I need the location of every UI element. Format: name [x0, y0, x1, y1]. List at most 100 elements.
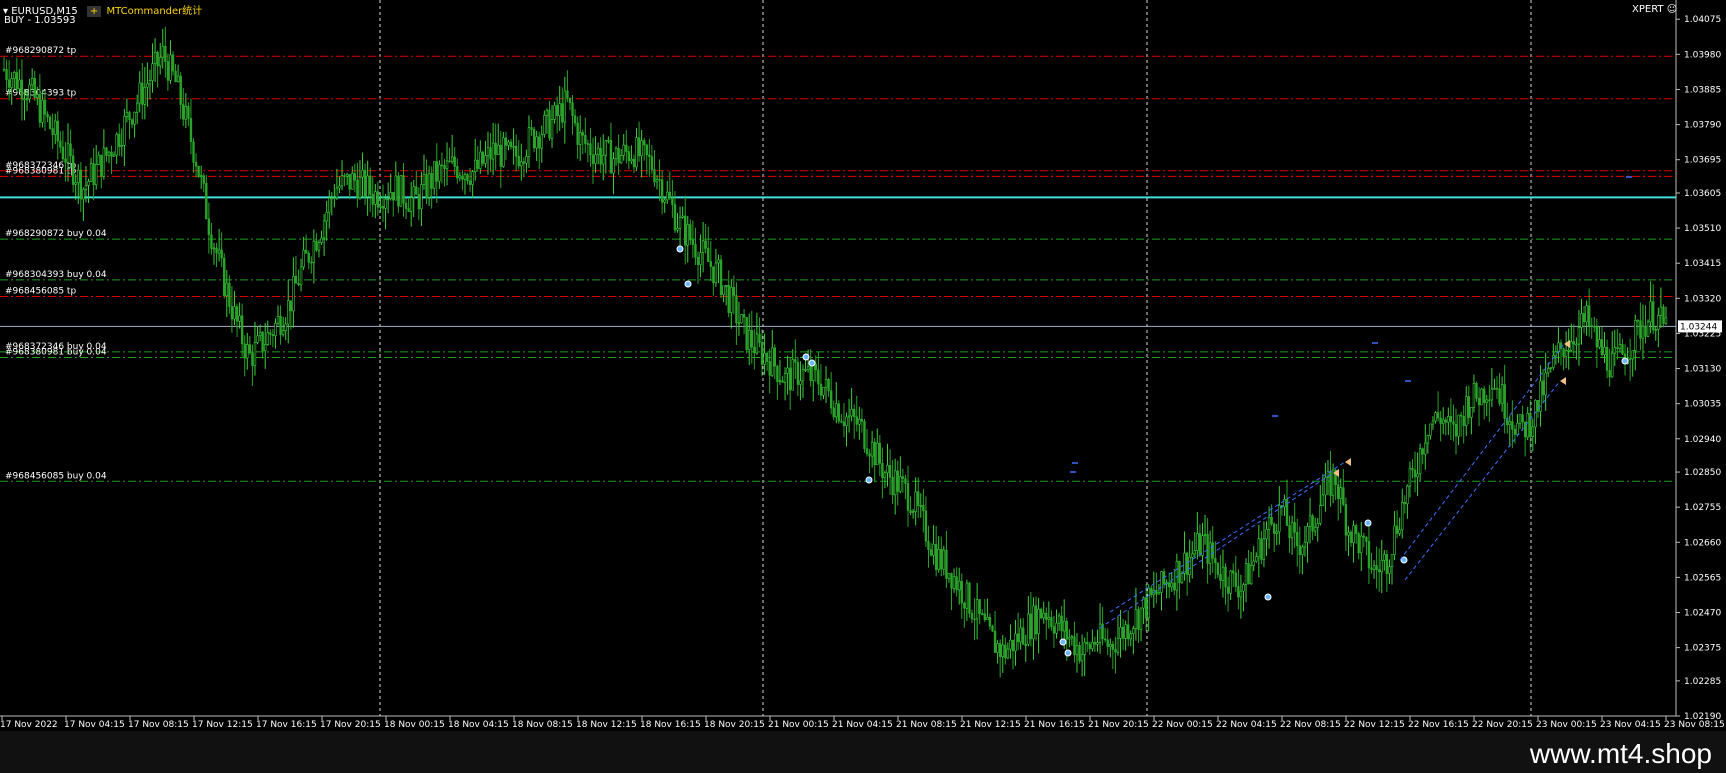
price-tick-label: 1.02755 — [1684, 503, 1721, 513]
candle-body — [758, 333, 761, 343]
candle-body — [238, 315, 241, 322]
candle-body — [1301, 546, 1304, 555]
candle-body — [584, 134, 587, 144]
candle-body — [1114, 649, 1117, 653]
candle-body — [1454, 424, 1458, 437]
candle-body — [1631, 350, 1634, 360]
candle-body — [671, 197, 674, 205]
candle-body — [1339, 487, 1342, 499]
candle-body — [860, 418, 864, 422]
candle-body — [143, 86, 147, 105]
price-tick-label: 1.02285 — [1684, 677, 1721, 687]
candle-body — [184, 106, 188, 120]
candle-body — [783, 373, 787, 383]
candle-body — [479, 151, 482, 169]
candle-body — [1482, 388, 1486, 404]
candle-body — [709, 261, 712, 267]
candle-body — [412, 186, 415, 198]
time-tick-label: 23 Nov 04:15 — [1600, 720, 1661, 730]
candle-body — [586, 143, 590, 145]
candle-body — [945, 549, 948, 579]
candle-body — [1442, 419, 1445, 424]
candle-body — [1144, 597, 1148, 619]
candle-body — [812, 363, 815, 381]
candle-body — [299, 266, 303, 286]
candle-body — [466, 174, 469, 182]
candle-body — [1408, 467, 1412, 487]
candle-body — [1157, 592, 1161, 595]
candle-body — [873, 441, 876, 466]
candle-body — [120, 145, 123, 147]
candle-body — [681, 215, 684, 218]
candle-body — [1595, 326, 1599, 348]
candle-body — [161, 45, 164, 58]
candle-body — [1311, 515, 1314, 532]
candle-body — [714, 262, 718, 284]
candle-body — [1106, 639, 1109, 647]
price-tick-label: 1.03035 — [1684, 400, 1721, 410]
candle-body — [1585, 305, 1588, 323]
candle-body — [433, 161, 436, 189]
candle-body — [125, 112, 129, 117]
candle-body — [553, 105, 556, 120]
candle-body — [507, 141, 510, 146]
candle-body — [781, 380, 784, 383]
candle-body — [794, 359, 797, 363]
candle-body — [637, 137, 641, 157]
candle-body — [1091, 641, 1094, 649]
candle-body — [453, 156, 456, 167]
candle-body — [635, 137, 638, 168]
candle-body — [328, 197, 331, 213]
candle-body — [1511, 421, 1514, 430]
candle-body — [30, 77, 34, 86]
candle-body — [840, 420, 843, 423]
entry-marker — [1059, 638, 1067, 646]
candle-body — [622, 144, 625, 156]
candle-body — [1211, 542, 1214, 559]
candle-body — [653, 169, 656, 183]
candle-body — [1490, 388, 1494, 401]
candle-body — [1272, 523, 1276, 534]
candle-body — [1032, 605, 1035, 640]
candle-body — [1651, 301, 1655, 331]
candle-body — [1293, 522, 1296, 533]
candle-body — [1418, 448, 1422, 475]
candle-body — [215, 247, 218, 254]
candle-body — [1526, 412, 1529, 438]
candle-body — [578, 132, 582, 145]
candle-body — [1137, 609, 1140, 630]
candle-body — [320, 237, 323, 243]
candle-body — [1288, 525, 1291, 539]
candle-body — [225, 282, 228, 296]
candle-body — [998, 643, 1002, 658]
candle-body — [1349, 531, 1353, 543]
candle-body — [1634, 320, 1637, 351]
price-chart[interactable]: #968290872 tp#968304393 tp#968372346 tp#… — [0, 0, 1726, 773]
candle-body — [832, 407, 835, 418]
candle-body — [819, 383, 823, 396]
candle-body — [1260, 538, 1263, 560]
candle-body — [952, 576, 956, 589]
candle-body — [763, 352, 766, 365]
candle-body — [1208, 542, 1212, 564]
candle-body — [1385, 554, 1389, 574]
candle-body — [735, 295, 738, 324]
candle-body — [371, 193, 374, 205]
candle-body — [115, 133, 118, 156]
candle-body — [66, 143, 70, 163]
candle-body — [868, 453, 871, 457]
candle-body — [1103, 638, 1107, 641]
time-tick-label: 17 Nov 2022 — [0, 720, 58, 730]
candle-body — [289, 300, 293, 312]
candle-body — [1006, 648, 1010, 659]
candle-body — [632, 158, 636, 168]
price-tick-label: 1.03980 — [1684, 50, 1721, 60]
candle-body — [1567, 349, 1570, 352]
candle-body — [1467, 396, 1471, 418]
plus-icon[interactable]: + — [86, 6, 102, 17]
candle-body — [1575, 343, 1578, 346]
candle-body — [38, 94, 42, 123]
candle-body — [1375, 565, 1378, 570]
candle-body — [322, 220, 326, 239]
candle-body — [927, 540, 930, 550]
